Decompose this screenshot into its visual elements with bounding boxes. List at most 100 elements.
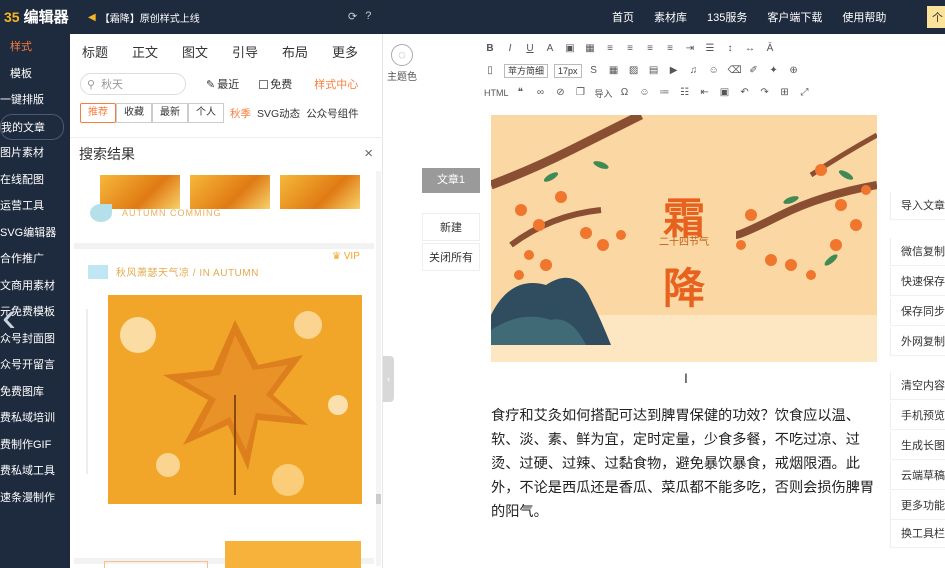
eraser-icon[interactable]: ⌫ [728,66,742,76]
redo-icon[interactable]: ↷ [759,88,771,98]
mobile-preview-button[interactable]: 手机预览 [890,402,945,430]
logo[interactable]: 35 编辑器 [4,6,69,27]
more-features-button[interactable]: 更多功能 [890,492,945,520]
external-copy-button[interactable]: 外网复制 [890,328,945,356]
filter-favorites[interactable]: 收藏 [116,103,152,123]
new-article-button[interactable]: 新建 [422,213,480,241]
card-thumb[interactable] [225,541,361,568]
import-article-button[interactable]: 导入文章 [890,192,945,220]
nav-download[interactable]: 客户端下载 [767,9,822,25]
maple-leaf-image[interactable] [108,295,362,504]
refresh-icon[interactable]: ⟳ [348,10,357,23]
list-icon[interactable]: ☰ [704,44,716,54]
music-icon[interactable]: ♫ [688,66,700,76]
tab-body[interactable]: 正文 [132,42,182,61]
align-center-icon[interactable]: ≡ [624,44,636,54]
chevron-left-icon[interactable]: ‹ [2,296,16,338]
bullet-list-icon[interactable]: ☷ [679,88,691,98]
font-size-select[interactable]: 17px [554,64,582,78]
tab-guide[interactable]: 引导 [232,42,282,61]
import-button[interactable]: 导入 [595,87,613,100]
close-icon[interactable]: × [364,145,373,162]
fullscreen-icon[interactable]: ⤢ [799,88,811,98]
frost-descent-banner[interactable]: 霜 二十四节气 降 [491,115,877,362]
help-icon[interactable]: ? [365,10,371,23]
tag-svg[interactable]: SVG动态 [257,106,300,121]
indent-icon[interactable]: ⇥ [684,44,696,54]
html-button[interactable]: HTML [484,88,509,98]
nav-help[interactable]: 使用帮助 [842,9,886,25]
scrollbar-thumb[interactable] [376,494,381,504]
long-image-button[interactable]: 生成长图 [890,432,945,460]
save-sync-button[interactable]: 保存同步 [890,298,945,326]
sidebar-item-online-images[interactable]: 在线配图 [0,167,70,194]
search-input[interactable]: ⚲ 秋天 [80,73,186,95]
article-body[interactable]: 食疗和艾灸如何搭配可达到脾胃保健的功效？饮食应以温、软、淡、素、鲜为宜，定时定量… [491,404,875,524]
zoom-icon[interactable]: ⊕ [788,66,800,76]
scrollbar[interactable] [376,171,381,566]
sidebar-item-my-articles[interactable]: 我的文章 [0,113,64,140]
align-left-icon[interactable]: ≡ [604,44,616,54]
undo-icon[interactable]: ↶ [739,88,751,98]
tag-components[interactable]: 公众号组件 [306,106,359,121]
tab-more[interactable]: 更多 [332,42,382,61]
bold-icon[interactable]: B [484,44,496,54]
letter-spacing-icon[interactable]: ↔ [744,44,756,54]
theme-color-button[interactable]: ◌ 主题色 [386,44,418,83]
filter-recommend[interactable]: 推荐 [80,103,116,123]
sidebar-item-comments[interactable]: 众号开留言 [0,352,70,379]
sidebar-item-templates[interactable]: 模板 [0,61,70,88]
notice[interactable]: ◀︎ 【霜降】原创样式上线 [88,10,200,25]
sidebar-item-svg-editor[interactable]: SVG编辑器 [0,220,70,247]
magic-icon[interactable]: ✦ [768,66,780,76]
sidebar-item-training[interactable]: 费私域培训 [0,405,70,432]
sidebar-item-private-tools[interactable]: 费私域工具 [0,458,70,485]
filter-latest[interactable]: 最新 [152,103,188,123]
sidebar-item-comics[interactable]: 速条漫制作 [0,485,70,512]
quick-save-button[interactable]: 快速保存 [890,268,945,296]
sidebar-item-images[interactable]: 图片素材 [0,140,70,167]
font-color-icon[interactable]: A [544,44,556,54]
article-tab-current[interactable]: 文章1 [422,168,480,193]
emoji-icon[interactable]: ☺ [708,66,720,76]
cloud-draft-button[interactable]: 云端草稿 [890,462,945,490]
underline-icon[interactable]: U [524,44,536,54]
tab-image-text[interactable]: 图文 [182,42,232,61]
sidebar-item-free-gallery[interactable]: 免费图库 [0,379,70,406]
italic-icon[interactable]: I [504,44,516,54]
nav-materials[interactable]: 素材库 [654,9,687,25]
filter-personal[interactable]: 个人 [188,103,224,123]
tab-title[interactable]: 标题 [82,42,132,61]
select-all-icon[interactable]: ⊞ [779,88,791,98]
outdent-icon[interactable]: ⇤ [699,88,711,98]
unlink-icon[interactable]: ⊘ [555,88,567,98]
style-center-link[interactable]: 样式中心 [314,76,358,92]
omega-icon[interactable]: Ω [619,88,631,98]
user-menu[interactable]: 个 [927,6,945,28]
close-all-button[interactable]: 关闭所有 [422,243,480,271]
switch-toolbar-button[interactable]: 换工具栏 [890,520,945,548]
tag-autumn[interactable]: 秋季 [230,106,251,121]
copy-icon[interactable]: ❐ [575,88,587,98]
layout-icon[interactable]: ▣ [719,88,731,98]
strikethrough-icon[interactable]: S [588,66,600,76]
gallery-icon[interactable]: ▤ [648,66,660,76]
ordered-list-icon[interactable]: ≔ [659,88,671,98]
recent-option[interactable]: ✎ 最近 [206,76,239,92]
quote-icon[interactable]: ❝ [515,88,527,98]
table-icon[interactable]: ▦ [584,44,596,54]
nav-services[interactable]: 135服务 [707,9,747,25]
wechat-copy-button[interactable]: 微信复制 [890,238,945,266]
sidebar-item-one-click-layout[interactable]: 一键排版 [0,87,70,114]
collapse-panel-handle[interactable]: ‹ [383,356,394,402]
document-icon[interactable]: ▯ [484,66,496,76]
grid-icon[interactable]: ▦ [608,66,620,76]
clear-content-button[interactable]: 清空内容 [890,372,945,400]
smiley-icon[interactable]: ☺ [639,88,651,98]
background-color-icon[interactable]: ▣ [564,44,576,54]
video-icon[interactable]: ▶ [668,66,680,76]
format-painter-icon[interactable]: ✐ [748,66,760,76]
link-icon[interactable]: ∞ [535,88,547,98]
align-justify-icon[interactable]: ≡ [664,44,676,54]
sidebar-item-styles[interactable]: 样式 [0,34,70,61]
